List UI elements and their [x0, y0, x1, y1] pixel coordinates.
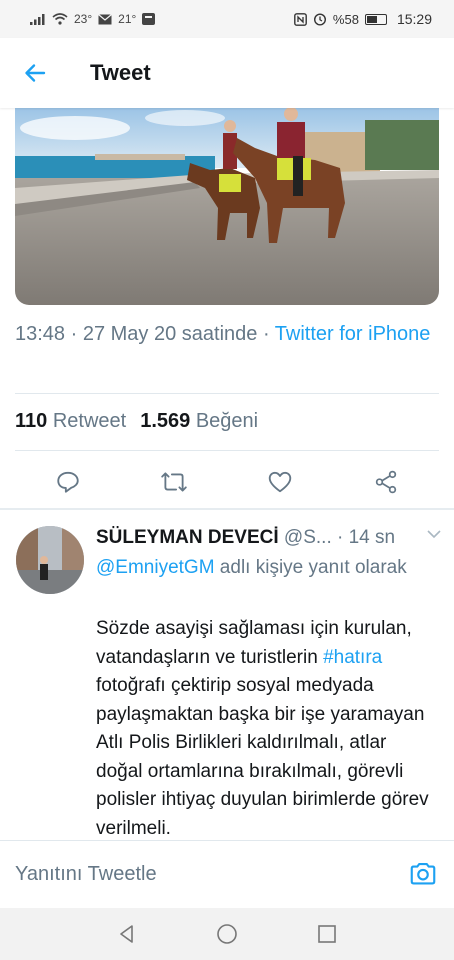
reply-composer[interactable]: Yanıtını Tweetle [0, 840, 454, 908]
app-notification-icon [142, 13, 156, 25]
triangle-back-icon [120, 925, 133, 943]
temperature-text-2: 21° [118, 12, 137, 26]
tweet-stats: 110 Retweet 1.569 Beğeni [15, 410, 258, 433]
retweets-stat[interactable]: 110 Retweet [15, 410, 126, 433]
retweet-count: 110 [15, 410, 48, 432]
camera-icon [410, 862, 436, 885]
likes-stat[interactable]: 1.569 Beğeni [140, 410, 258, 433]
back-button[interactable] [0, 38, 70, 108]
like-count: 1.569 [140, 410, 191, 432]
reply-text: Sözde asayişi sağlaması için kurulan, va… [96, 615, 436, 843]
alarm-icon [313, 13, 326, 26]
divider [15, 393, 439, 394]
author-handle[interactable]: @S... [284, 527, 332, 548]
share-icon [375, 470, 397, 494]
photo-illustration [15, 108, 439, 305]
replying-to-suffix: adlı kişiye yanıt olarak [214, 557, 407, 578]
more-options-button[interactable] [424, 524, 444, 549]
like-button[interactable] [256, 462, 304, 502]
circle-home-icon [217, 924, 237, 944]
wifi-icon [52, 13, 68, 25]
avatar[interactable] [16, 526, 84, 594]
share-button[interactable] [362, 462, 410, 502]
page-title: Tweet [90, 60, 151, 85]
tweet-photo[interactable] [15, 108, 439, 305]
reply-button[interactable] [44, 462, 92, 502]
reply-input[interactable]: Yanıtını Tweetle [15, 863, 157, 886]
tweet-timestamp: 13:48 · 27 May 20 saatinde · Twitter for… [15, 320, 435, 349]
reply-time: · 14 sn [337, 527, 396, 548]
mail-icon [98, 13, 113, 24]
temperature-text: 23° [74, 12, 93, 26]
replying-to-handle[interactable]: @EmniyetGM [96, 557, 215, 578]
author-name[interactable]: SÜLEYMAN DEVECİ [96, 527, 279, 548]
tweet-actions [15, 462, 439, 502]
nfc-icon [294, 12, 307, 26]
reply-icon [57, 471, 79, 493]
divider [15, 450, 439, 451]
retweet-label: Retweet [52, 410, 127, 432]
battery-percent: %58 [332, 11, 359, 27]
nav-back-button[interactable] [112, 919, 142, 949]
system-nav-bar [0, 908, 454, 960]
retweet-icon [161, 472, 187, 492]
arrow-left-icon [25, 64, 46, 82]
hashtag-link[interactable]: #hatıra [323, 647, 382, 668]
source-link[interactable]: Twitter for iPhone [275, 323, 431, 345]
camera-button[interactable] [408, 859, 438, 889]
retweet-button[interactable] [150, 462, 198, 502]
reply-header: SÜLEYMAN DEVECİ @S... · 14 sn [96, 526, 441, 550]
timestamp-text: 13:48 · 27 May 20 saatinde · [15, 323, 275, 345]
replying-to: @EmniyetGM adlı kişiye yanıt olarak [96, 554, 426, 582]
status-bar: 23° 21° %58 15:29 [0, 0, 454, 38]
section-divider [0, 508, 454, 510]
nav-home-button[interactable] [212, 919, 242, 949]
like-icon [268, 471, 292, 493]
battery-icon [364, 13, 387, 25]
avatar-photo [16, 526, 84, 594]
reply-text-part: fotoğrafı çektirip sosyal medyada paylaş… [96, 675, 429, 839]
clock: 15:29 [396, 11, 432, 27]
signal-icon [30, 14, 45, 25]
chevron-down-icon [427, 530, 441, 539]
like-label: Beğeni [195, 410, 259, 432]
nav-recents-button[interactable] [312, 919, 342, 949]
app-bar: Tweet [0, 38, 454, 108]
square-recents-icon [318, 925, 336, 943]
